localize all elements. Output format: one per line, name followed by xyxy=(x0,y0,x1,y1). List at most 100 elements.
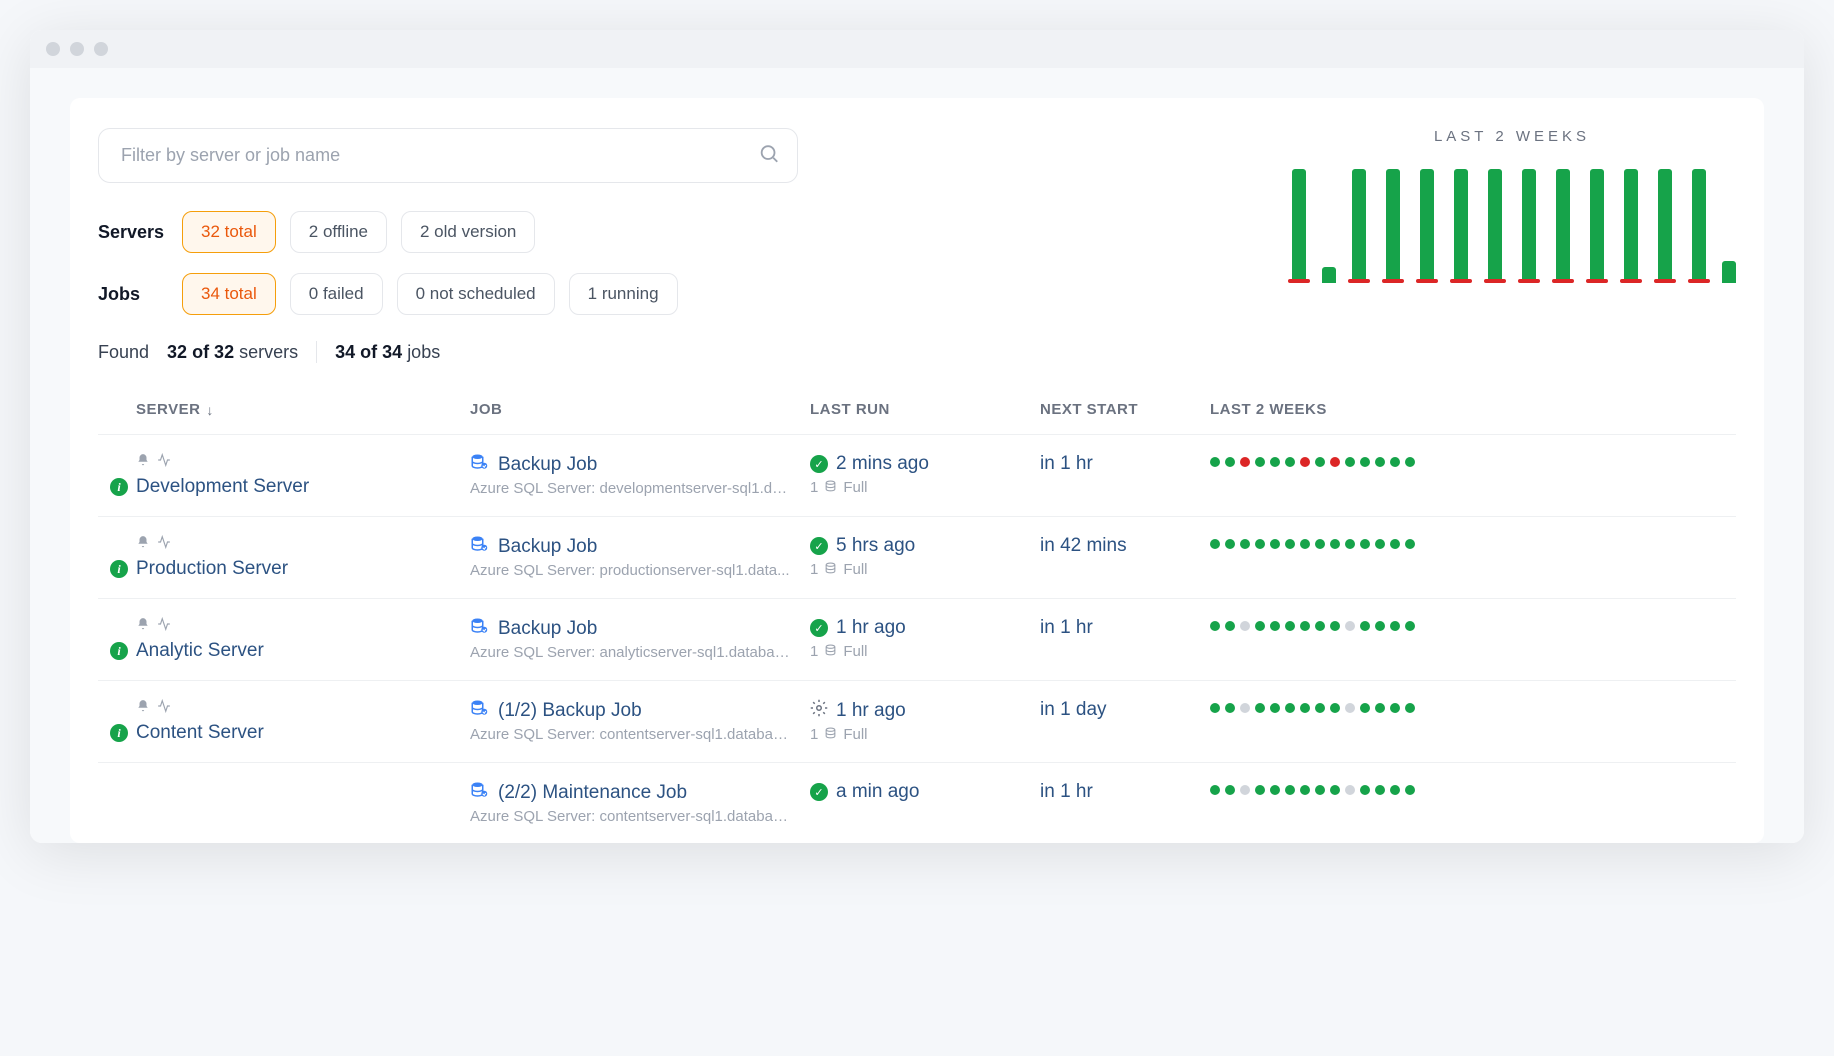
history-dot xyxy=(1225,785,1235,795)
history-dot xyxy=(1240,457,1250,467)
server-name[interactable]: Production Server xyxy=(136,558,288,580)
history-dots xyxy=(1210,617,1724,631)
lastrun-detail: 1Full xyxy=(810,726,1040,743)
chart-title: LAST 2 WEEKS xyxy=(1288,128,1736,145)
history-dot xyxy=(1300,457,1310,467)
history-dot xyxy=(1225,457,1235,467)
col-server[interactable]: SERVER ↓ xyxy=(110,401,470,418)
info-icon[interactable]: i xyxy=(110,642,128,660)
table-row[interactable]: iDevelopment ServerBackup JobAzure SQL S… xyxy=(98,435,1736,517)
lastrun-detail: 1Full xyxy=(810,643,1040,660)
last-run-time[interactable]: 5 hrs ago xyxy=(836,535,915,557)
history-dot xyxy=(1405,457,1415,467)
table-row[interactable]: i Analytic Server Backup Job Azure SQL Serv… xyxy=(98,599,1736,681)
history-dot xyxy=(1390,457,1400,467)
search-input[interactable] xyxy=(98,128,798,183)
jobs-filter-row: Jobs 34 total 0 failed 0 not scheduled 1… xyxy=(98,273,798,315)
database-icon xyxy=(470,617,488,640)
history-dot xyxy=(1315,785,1325,795)
server-name[interactable]: Content Server xyxy=(136,722,264,744)
servers-offline-pill[interactable]: 2 offline xyxy=(290,211,387,253)
job-name[interactable]: Backup Job xyxy=(498,536,597,558)
history-dot xyxy=(1330,457,1340,467)
history-dot xyxy=(1405,785,1415,795)
history-dot xyxy=(1360,785,1370,795)
jobs-notscheduled-pill[interactable]: 0 not scheduled xyxy=(397,273,555,315)
table-row[interactable]: iProduction ServerBackup JobAzure SQL Se… xyxy=(98,517,1736,599)
history-dot xyxy=(1315,457,1325,467)
jobs-total-pill[interactable]: 34 total xyxy=(182,273,276,315)
heartbeat-icon xyxy=(156,453,172,470)
info-icon[interactable]: i xyxy=(110,560,128,578)
job-description: Azure SQL Server: analyticserver-sql1.da… xyxy=(470,644,790,661)
chart-bars xyxy=(1288,163,1736,283)
server-name[interactable]: Analytic Server xyxy=(136,640,264,662)
chart-bar xyxy=(1288,169,1310,283)
history-dot xyxy=(1405,621,1415,631)
history-dot xyxy=(1345,785,1355,795)
job-name[interactable]: Backup Job xyxy=(498,454,597,476)
job-name[interactable]: Backup Job xyxy=(498,618,597,640)
table-row[interactable]: i Content Server (1/2) Backup Job Azure SQL… xyxy=(98,681,1736,763)
browser-titlebar xyxy=(30,30,1804,68)
stack-icon xyxy=(824,562,837,578)
last-run-time[interactable]: a min ago xyxy=(836,781,919,803)
col-job[interactable]: JOB xyxy=(470,401,810,418)
server-name[interactable]: Development Server xyxy=(136,476,309,498)
database-icon xyxy=(470,781,488,804)
history-dot xyxy=(1360,539,1370,549)
jobs-running-pill[interactable]: 1 running xyxy=(569,273,678,315)
history-dot xyxy=(1345,457,1355,467)
last-run-time[interactable]: 1 hr ago xyxy=(836,617,906,639)
database-icon xyxy=(470,535,488,558)
history-dot xyxy=(1225,539,1235,549)
servers-oldversion-pill[interactable]: 2 old version xyxy=(401,211,535,253)
gear-icon xyxy=(810,699,828,722)
chart-bar xyxy=(1552,169,1574,283)
servers-filter-row: Servers 32 total 2 offline 2 old version xyxy=(98,211,798,253)
last-run-time[interactable]: 1 hr ago xyxy=(836,700,906,722)
window-dot xyxy=(46,42,60,56)
next-start: in 1 hr xyxy=(1040,617,1210,639)
search-icon[interactable] xyxy=(758,142,780,169)
history-dot xyxy=(1255,703,1265,713)
col-nextstart[interactable]: NEXT START xyxy=(1040,401,1210,418)
col-last2weeks[interactable]: LAST 2 WEEKS xyxy=(1210,401,1724,418)
page: Servers 32 total 2 offline 2 old version… xyxy=(30,68,1804,843)
table-row[interactable]: (2/2) Maintenance JobAzure SQL Server: c… xyxy=(98,763,1736,843)
info-icon[interactable]: i xyxy=(110,478,128,496)
history-dot xyxy=(1315,621,1325,631)
stack-icon xyxy=(824,480,837,496)
history-dot xyxy=(1255,457,1265,467)
col-lastrun[interactable]: LAST RUN xyxy=(810,401,1040,418)
stack-icon xyxy=(824,727,837,743)
next-start: in 1 hr xyxy=(1040,453,1210,475)
last-run-time[interactable]: 2 mins ago xyxy=(836,453,929,475)
lastrun-detail: 1Full xyxy=(810,479,1040,496)
job-name[interactable]: (1/2) Backup Job xyxy=(498,700,642,722)
history-dot xyxy=(1285,703,1295,713)
history-dot xyxy=(1360,621,1370,631)
heartbeat-icon xyxy=(156,699,172,716)
jobs-failed-pill[interactable]: 0 failed xyxy=(290,273,383,315)
search-wrap xyxy=(98,128,798,183)
chart-bar xyxy=(1518,169,1540,283)
history-dot xyxy=(1210,457,1220,467)
job-description: Azure SQL Server: contentserver-sql1.dat… xyxy=(470,726,790,743)
server-status-icons xyxy=(136,453,470,470)
window-dot xyxy=(70,42,84,56)
history-dot xyxy=(1225,621,1235,631)
stack-icon xyxy=(824,644,837,660)
server-status-icons xyxy=(136,699,470,716)
history-dot xyxy=(1240,621,1250,631)
history-dot xyxy=(1375,457,1385,467)
servers-total-pill[interactable]: 32 total xyxy=(182,211,276,253)
found-jobs-suffix: jobs xyxy=(407,342,440,362)
info-icon[interactable]: i xyxy=(110,724,128,742)
history-dot xyxy=(1210,621,1220,631)
job-name[interactable]: (2/2) Maintenance Job xyxy=(498,782,687,804)
history-dot xyxy=(1375,703,1385,713)
history-dot xyxy=(1225,703,1235,713)
history-dot xyxy=(1300,785,1310,795)
next-start: in 42 mins xyxy=(1040,535,1210,557)
